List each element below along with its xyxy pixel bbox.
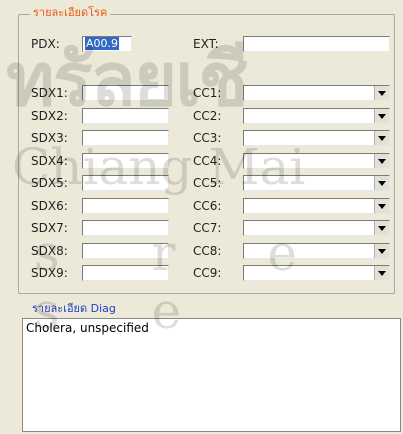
chevron-down-icon[interactable]: [374, 154, 389, 168]
sdx-input[interactable]: [82, 108, 169, 124]
cc-label: CC1:: [193, 86, 222, 100]
pdx-value: A00.9: [85, 37, 120, 50]
cc-label: CC7:: [193, 221, 222, 235]
pdx-input[interactable]: A00.9: [82, 36, 132, 52]
sdx-input[interactable]: [82, 265, 169, 281]
cc-label: CC6:: [193, 199, 222, 213]
chevron-down-icon[interactable]: [374, 131, 389, 145]
chevron-down-icon[interactable]: [374, 176, 389, 190]
sdx-input[interactable]: [82, 243, 169, 259]
ext-input[interactable]: [243, 36, 390, 52]
cc-combo[interactable]: [243, 265, 390, 281]
cc-combo[interactable]: [243, 85, 390, 101]
chevron-down-icon[interactable]: [374, 221, 389, 235]
cc-label: CC2:: [193, 109, 222, 123]
cc-label: CC8:: [193, 244, 222, 258]
cc-combo[interactable]: [243, 198, 390, 214]
sdx-input[interactable]: [82, 198, 169, 214]
cc-label: CC5:: [193, 176, 222, 190]
sdx-label: SDX5:: [31, 176, 68, 190]
sdx-label: SDX3:: [31, 131, 68, 145]
diag-text: Cholera, unspecified: [26, 321, 149, 335]
chevron-down-icon[interactable]: [374, 266, 389, 280]
sdx-input[interactable]: [82, 153, 169, 169]
section-title: รายละเอียดโรค: [30, 6, 111, 20]
cc-combo[interactable]: [243, 153, 390, 169]
cc-combo[interactable]: [243, 130, 390, 146]
cc-combo[interactable]: [243, 175, 390, 191]
sdx-input[interactable]: [82, 85, 169, 101]
cc-label: CC4:: [193, 154, 222, 168]
cc-combo[interactable]: [243, 220, 390, 236]
cc-label: CC3:: [193, 131, 222, 145]
pdx-label: PDX:: [31, 37, 60, 51]
diag-title: รายละเอียด Diag: [32, 302, 116, 315]
diagnosis-panel: รายละเอียดโรค PDX: A00.9 EXT: SDX1: CC1: S…: [0, 0, 403, 434]
ext-label: EXT:: [193, 37, 219, 51]
chevron-down-icon[interactable]: [374, 244, 389, 258]
chevron-down-icon[interactable]: [374, 199, 389, 213]
sdx-label: SDX6:: [31, 199, 68, 213]
chevron-down-icon[interactable]: [374, 86, 389, 100]
sdx-label: SDX9:: [31, 266, 68, 280]
sdx-label: SDX8:: [31, 244, 68, 258]
sdx-input[interactable]: [82, 220, 169, 236]
chevron-down-icon[interactable]: [374, 109, 389, 123]
sdx-input[interactable]: [82, 175, 169, 191]
diag-textarea[interactable]: Cholera, unspecified: [22, 318, 401, 432]
sdx-label: SDX1:: [31, 86, 68, 100]
cc-combo[interactable]: [243, 243, 390, 259]
cc-label: CC9:: [193, 266, 222, 280]
sdx-input[interactable]: [82, 130, 169, 146]
cc-combo[interactable]: [243, 108, 390, 124]
sdx-label: SDX2:: [31, 109, 68, 123]
sdx-label: SDX7:: [31, 221, 68, 235]
sdx-label: SDX4:: [31, 154, 68, 168]
